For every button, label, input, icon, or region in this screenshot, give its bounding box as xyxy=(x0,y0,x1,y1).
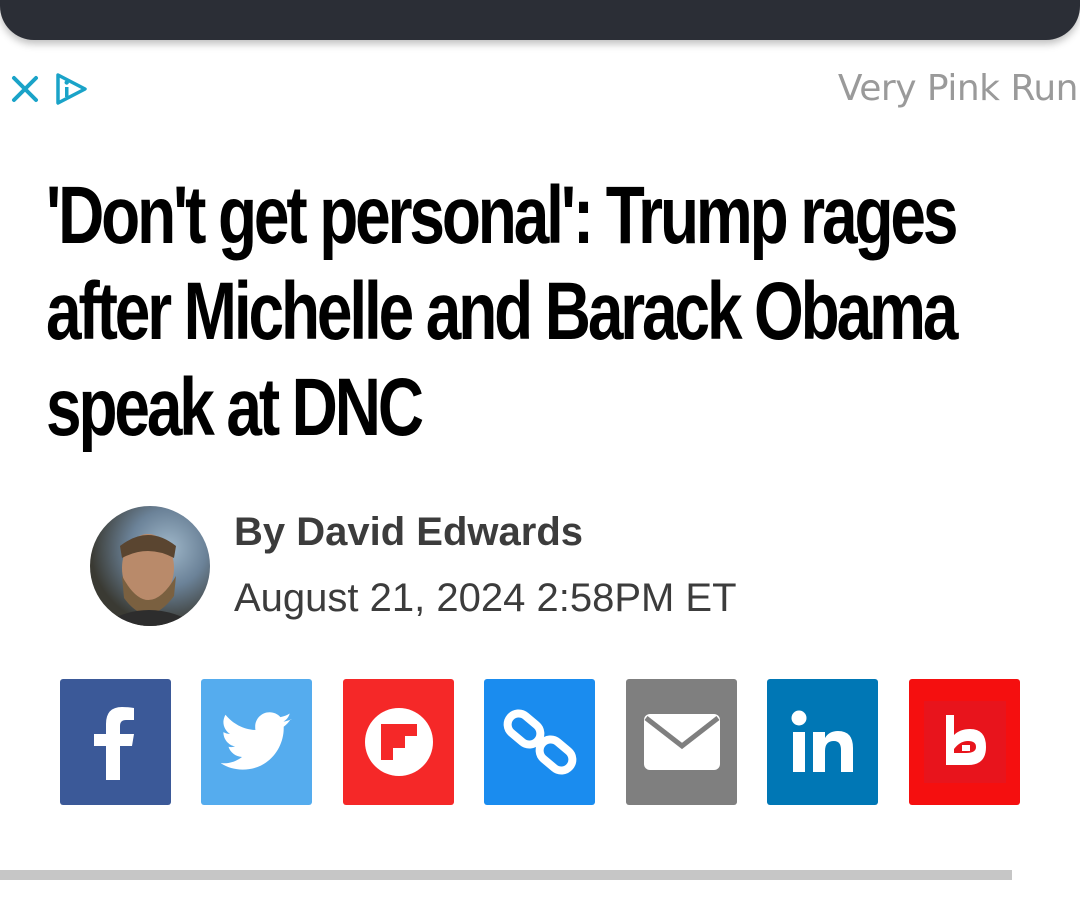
envelope-icon xyxy=(643,714,720,770)
link-chain-icon xyxy=(503,709,576,775)
brand-share-button[interactable] xyxy=(909,679,1020,805)
byline: By David Edwards August 21, 2024 2:58PM … xyxy=(90,506,790,628)
share-brand-icon xyxy=(923,701,1006,783)
author-name[interactable]: By David Edwards xyxy=(234,510,583,555)
adchoices-icon[interactable] xyxy=(54,72,88,106)
twitter-share-button[interactable] xyxy=(201,679,312,805)
linkedin-share-button[interactable] xyxy=(767,679,878,805)
ad-banner[interactable]: Very Pink Run xyxy=(0,62,1080,122)
avatar-photo xyxy=(100,534,200,626)
top-app-bar xyxy=(0,0,1080,40)
flipboard-icon xyxy=(364,708,433,776)
facebook-share-button[interactable] xyxy=(60,679,171,805)
share-bar xyxy=(60,679,1020,805)
flipboard-share-button[interactable] xyxy=(343,679,454,805)
article-headline: 'Don't get personal': Trump rages after … xyxy=(46,170,958,453)
close-icon[interactable] xyxy=(10,74,40,104)
publish-date: August 21, 2024 2:58PM ET xyxy=(234,576,737,620)
copy-link-button[interactable] xyxy=(484,679,595,805)
section-divider xyxy=(0,870,1012,880)
linkedin-icon xyxy=(791,710,853,772)
email-share-button[interactable] xyxy=(626,679,737,805)
facebook-icon xyxy=(93,707,134,780)
ad-text[interactable]: Very Pink Run xyxy=(838,68,1079,109)
author-avatar[interactable] xyxy=(90,506,210,626)
twitter-bird-icon xyxy=(220,712,292,770)
